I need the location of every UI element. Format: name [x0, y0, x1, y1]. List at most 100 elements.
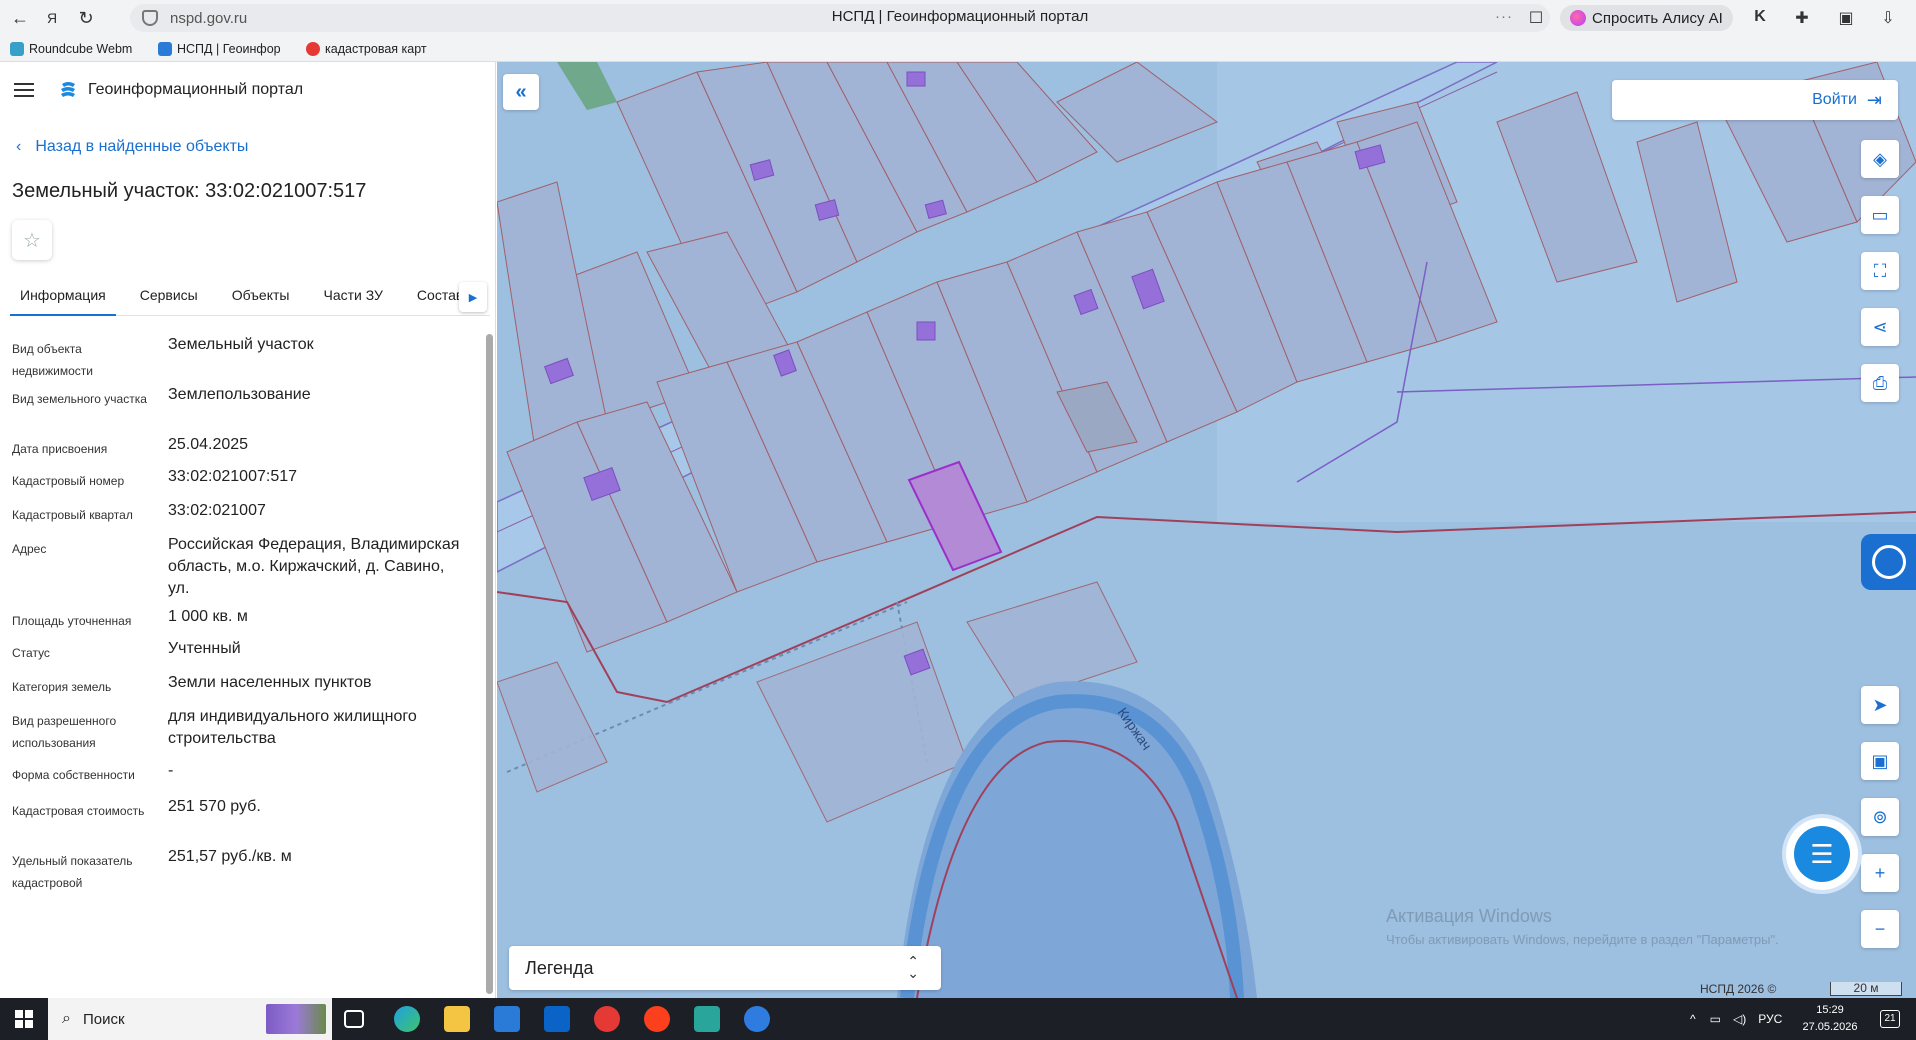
- ruler-icon[interactable]: ▭: [1861, 196, 1899, 234]
- zoom-in-icon[interactable]: +: [1861, 854, 1899, 892]
- map-scale: 20 м: [1830, 982, 1902, 996]
- legend-label: Легенда: [525, 957, 594, 978]
- map-canvas[interactable]: Киржач: [497, 62, 1916, 998]
- shield-icon: [142, 10, 158, 26]
- bookmark-label: кадастровая карт: [325, 41, 427, 56]
- attr-value: 1 000 кв. м: [168, 608, 248, 625]
- yandex-messenger-icon[interactable]: [744, 1006, 770, 1032]
- bookmark-icon[interactable]: ☐: [1526, 8, 1546, 28]
- yandex-browser-icon[interactable]: Я: [36, 2, 68, 34]
- attr-value: -: [168, 762, 174, 779]
- share-icon[interactable]: ⋖: [1861, 308, 1899, 346]
- print-icon[interactable]: ⎙: [1861, 364, 1899, 402]
- tab-services[interactable]: Сервисы: [130, 280, 208, 316]
- download-icon[interactable]: ⇩: [1878, 8, 1898, 28]
- attr-key: Статус: [12, 646, 50, 660]
- page-title: Земельный участок: 33:02:021007:517: [12, 180, 367, 202]
- back-label: Назад в найденные объекты: [35, 138, 249, 155]
- tab-info[interactable]: Информация: [10, 280, 116, 316]
- kinopoisk-icon[interactable]: K: [1750, 8, 1770, 28]
- search-label: Поиск: [82, 1010, 125, 1028]
- start-button[interactable]: [0, 998, 48, 1040]
- task-view-icon[interactable]: [344, 1010, 364, 1028]
- reload-icon[interactable]: ↻: [70, 2, 102, 34]
- outlook-icon[interactable]: [544, 1006, 570, 1032]
- alice-icon: [1570, 10, 1586, 26]
- attr-value: Землепользование: [168, 386, 311, 403]
- yandex-browser-taskbar-icon[interactable]: [594, 1006, 620, 1032]
- layers-icon[interactable]: ◈: [1861, 140, 1899, 178]
- select-area-icon[interactable]: ⛶: [1861, 252, 1899, 290]
- locate-icon[interactable]: ➤: [1861, 686, 1899, 724]
- app-icon[interactable]: [694, 1006, 720, 1032]
- map-copyright: НСПД 2026 ©: [1700, 982, 1777, 996]
- attr-value: Земельный участок: [168, 336, 314, 353]
- panel-scrollbar[interactable]: [486, 334, 493, 994]
- system-tray: ^ ▭ ◁) РУС: [1690, 998, 1782, 1040]
- login-label: Войти: [1812, 91, 1857, 108]
- network-icon[interactable]: ▭: [1710, 1012, 1721, 1026]
- back-arrow-icon[interactable]: ←: [4, 2, 36, 34]
- chat-button[interactable]: ☰: [1786, 818, 1858, 890]
- language-indicator[interactable]: РУС: [1758, 1012, 1782, 1026]
- brand-title: Геоинформационный портал: [88, 81, 304, 98]
- minimap-icon[interactable]: ▣: [1861, 742, 1899, 780]
- attr-value: 25.04.2025: [168, 436, 249, 453]
- back-link[interactable]: ‹ Назад в найденные объекты: [16, 138, 248, 156]
- extensions-icon[interactable]: ✚: [1792, 8, 1812, 28]
- bookmark-nspd[interactable]: НСПД | Геоинфор: [158, 41, 288, 56]
- favorite-star-icon[interactable]: ☆: [12, 220, 52, 260]
- login-button[interactable]: Войти ⇥: [1612, 80, 1898, 120]
- clock-time: 15:29: [1816, 1004, 1844, 1016]
- bookmark-label: НСПД | Геоинфор: [177, 41, 281, 56]
- notifications-icon[interactable]: 21: [1880, 1010, 1900, 1028]
- login-icon: ⇥: [1866, 89, 1882, 110]
- search-icon: ⌕: [62, 1010, 71, 1027]
- explorer-icon[interactable]: [444, 1006, 470, 1032]
- bookmark-label: Roundcube Webm: [29, 41, 133, 56]
- volume-icon[interactable]: ◁): [1733, 1012, 1746, 1026]
- tab-title: НСПД | Геоинформационный портал: [831, 8, 1089, 25]
- attr-key: Кадастровый квартал: [12, 508, 133, 522]
- yandex-taskbar-icon[interactable]: [644, 1006, 670, 1032]
- zoom-out-icon[interactable]: −: [1861, 910, 1899, 948]
- url-text: nspd.gov.ru: [170, 9, 248, 27]
- cadastral-map: Киржач: [497, 62, 1916, 998]
- attr-key: Форма собственности: [12, 768, 135, 782]
- collections-icon[interactable]: ▣: [1836, 8, 1856, 28]
- legend-dropdown[interactable]: Легенда ⌃ ⌄: [509, 946, 941, 990]
- tab-parts[interactable]: Части ЗУ: [313, 280, 392, 316]
- attr-key: Кадастровый номер: [12, 474, 125, 488]
- more-icon[interactable]: ···: [1495, 8, 1513, 25]
- attr-key: Вид земельного участка: [12, 392, 147, 406]
- attr-value: Учтенный: [168, 640, 241, 657]
- clock-date: 27.05.2026: [1802, 1021, 1858, 1033]
- feedback-icon: [1871, 545, 1906, 579]
- tab-objects[interactable]: Объекты: [222, 280, 300, 316]
- collapse-panel-button[interactable]: «: [503, 74, 539, 110]
- alice-button[interactable]: Спросить Алису AI: [1560, 5, 1733, 31]
- chevron-left-icon: ‹: [16, 138, 22, 155]
- attr-key: Вид объекта недвижимости: [12, 342, 93, 378]
- search-map-icon[interactable]: ⊚: [1861, 798, 1899, 836]
- roundcube-icon: [10, 41, 24, 56]
- taskbar: ⌕ Поиск ^ ▭ ◁) РУС 15:29 27.05.2026 21: [0, 998, 1916, 1040]
- attr-key: Удельный показатель кадастровой: [12, 854, 133, 890]
- portal-logo-icon: [61, 82, 75, 97]
- menu-icon[interactable]: [14, 83, 34, 97]
- attr-key: Категория земель: [12, 680, 112, 694]
- taskbar-search[interactable]: ⌕ Поиск: [48, 998, 332, 1040]
- info-panel: Геоинформационный портал ‹ Назад в найде…: [0, 62, 496, 998]
- clock[interactable]: 15:29 27.05.2026: [1800, 1002, 1860, 1036]
- bookmark-cadastral[interactable]: кадастровая карт: [306, 41, 446, 56]
- bookmark-roundcube[interactable]: Roundcube Webm: [10, 41, 140, 56]
- chevron-up-icon[interactable]: ^: [1690, 1012, 1696, 1026]
- windows-icon: [15, 1010, 33, 1028]
- feedback-button[interactable]: [1861, 534, 1916, 590]
- store-icon[interactable]: [494, 1006, 520, 1032]
- attr-key: Вид разрешенного использования: [12, 714, 117, 750]
- edge-icon[interactable]: [394, 1006, 420, 1032]
- expand-icon: ⌃ ⌄: [907, 953, 919, 981]
- attr-value: для индивидуального жилищного строительс…: [168, 708, 417, 747]
- tabs-next-button[interactable]: ▶: [459, 282, 487, 312]
